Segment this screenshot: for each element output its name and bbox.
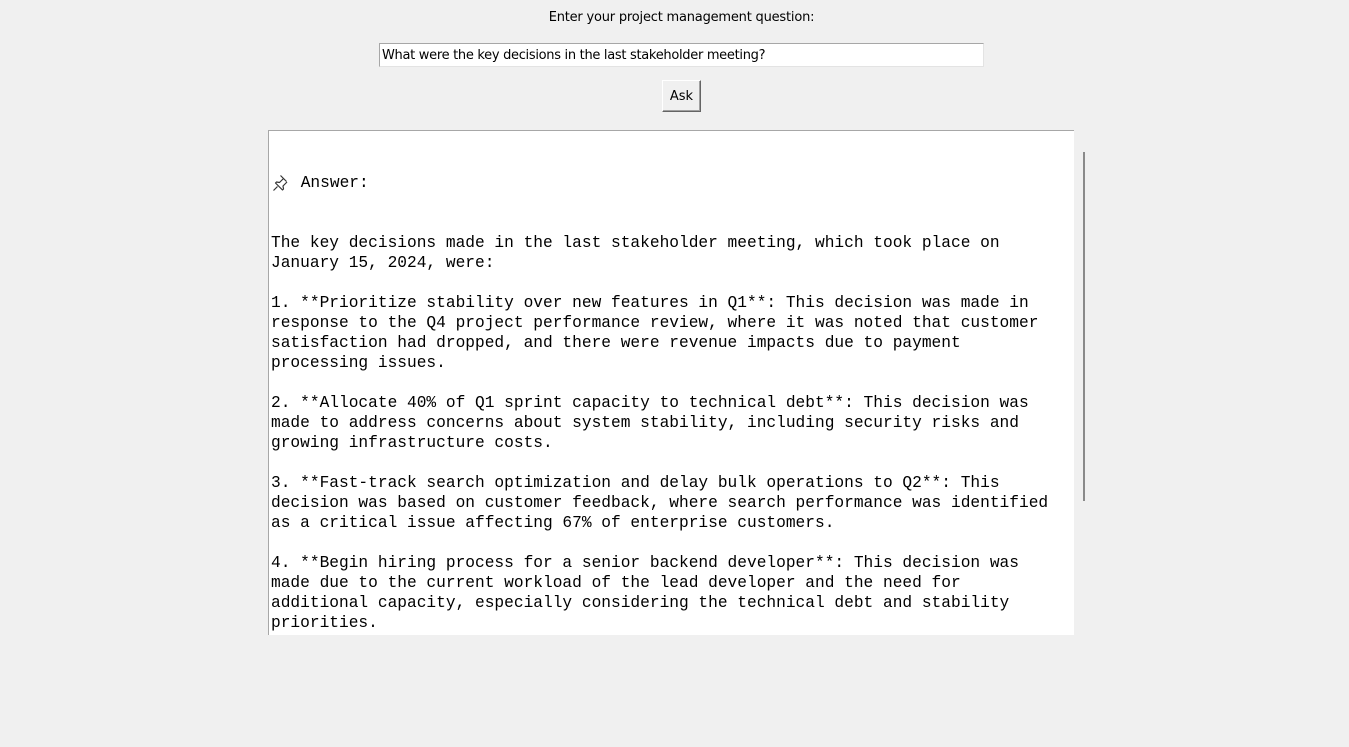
answer-line: priorities.	[271, 614, 378, 632]
answer-line: as a critical issue affecting 67% of ent…	[271, 514, 835, 532]
answer-line	[271, 273, 1074, 293]
answer-line: satisfaction had dropped, and there were…	[271, 334, 961, 352]
answer-line: processing issues.	[271, 354, 446, 372]
scrollbar-thumb[interactable]	[1083, 152, 1085, 501]
answer-heading: Answer:	[291, 174, 369, 192]
answer-text-area[interactable]: Answer: The key decisions made in the la…	[268, 130, 1074, 635]
answer-content: Answer: The key decisions made in the la…	[271, 133, 1074, 635]
answer-line: 2. **Allocate 40% of Q1 sprint capacity …	[271, 394, 1029, 412]
answer-line: growing infrastructure costs.	[271, 434, 553, 452]
answer-scrollbar[interactable]	[1080, 131, 1087, 635]
answer-line	[271, 453, 1074, 473]
answer-line: response to the Q4 project performance r…	[271, 314, 1039, 332]
answer-line: 4. **Begin hiring process for a senior b…	[271, 554, 1019, 572]
answer-line	[271, 633, 1074, 635]
pushpin-icon	[271, 173, 291, 193]
answer-heading-line: Answer:	[271, 173, 1074, 193]
question-prompt-label: Enter your project management question:	[548, 10, 815, 25]
answer-line	[271, 533, 1074, 553]
answer-line: additional capacity, especially consider…	[271, 594, 1010, 612]
question-input[interactable]	[379, 43, 984, 67]
answer-line: made to address concerns about system st…	[271, 414, 1019, 432]
ask-button[interactable]: Ask	[662, 80, 701, 112]
answer-line: The key decisions made in the last stake…	[271, 234, 1000, 252]
answer-line: 3. **Fast-track search optimization and …	[271, 474, 1000, 492]
answer-line: decision was based on customer feedback,…	[271, 494, 1049, 512]
answer-line: made due to the current workload of the …	[271, 574, 961, 592]
answer-line: 1. **Prioritize stability over new featu…	[271, 294, 1029, 312]
answer-line: January 15, 2024, were:	[271, 254, 495, 272]
answer-body: The key decisions made in the last stake…	[271, 233, 1074, 635]
answer-line	[271, 373, 1074, 393]
